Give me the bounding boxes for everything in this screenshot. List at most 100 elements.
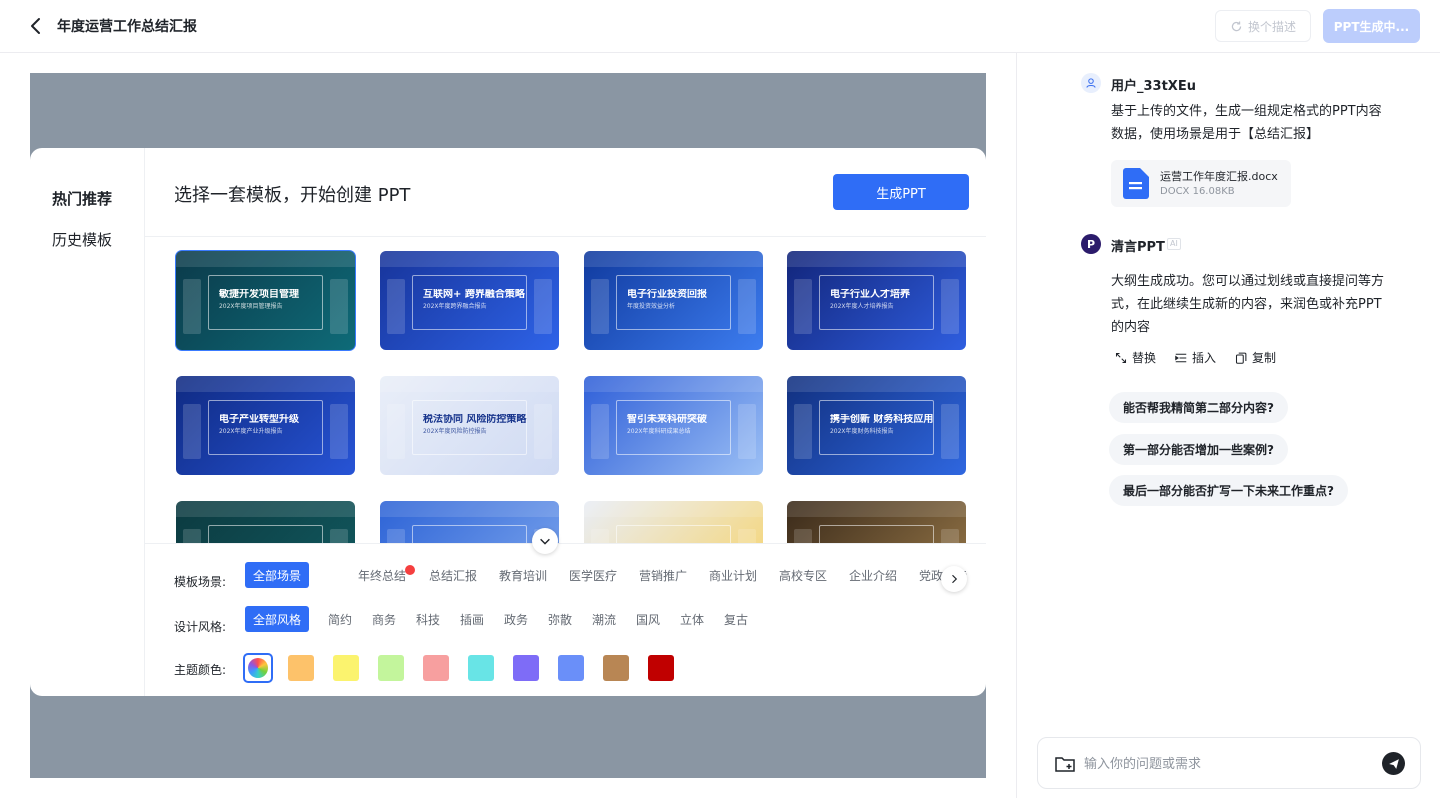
replace-action[interactable]: 替换 — [1115, 349, 1156, 366]
color-swatch[interactable] — [333, 655, 359, 681]
template-card[interactable]: 携手创新 财务科技应用 202X年度财务科技报告 — [787, 376, 966, 475]
insert-icon — [1175, 353, 1187, 362]
color-filter-label: 主题颜色: — [174, 663, 227, 677]
style-chip[interactable]: 潮流 — [586, 606, 622, 632]
template-card[interactable]: 互联网+ 跨界融合策略 202X年度跨界融合报告 — [380, 251, 559, 350]
template-side-slide — [533, 278, 552, 335]
template-card[interactable] — [584, 501, 763, 543]
style-chip[interactable]: 复古 — [718, 606, 754, 632]
template-card[interactable] — [176, 501, 355, 543]
style-chip[interactable]: 插画 — [454, 606, 490, 632]
attached-file-card[interactable]: 运营工作年度汇报.docx DOCX 16.08KB — [1111, 160, 1291, 207]
template-side-slide — [737, 278, 756, 335]
template-title: 电子行业人才培养 202X年度人才培养报告 — [830, 289, 937, 311]
template-title: 电子产业转型升级 202X年度产业升级报告 — [219, 414, 326, 436]
color-wheel-icon — [248, 658, 268, 678]
color-swatch[interactable] — [288, 655, 314, 681]
template-title: 互联网+ 跨界融合策略 202X年度跨界融合报告 — [423, 289, 530, 311]
style-chip[interactable]: 商务 — [366, 606, 402, 632]
send-button[interactable] — [1382, 752, 1405, 775]
ppt-generating-button[interactable]: PPT生成中... — [1323, 9, 1420, 43]
copy-action[interactable]: 复制 — [1235, 349, 1276, 366]
sidebar-item-hot[interactable]: 热门推荐 — [52, 188, 112, 209]
replace-label: 替换 — [1132, 351, 1157, 365]
hot-badge-icon — [405, 564, 415, 575]
user-message: 基于上传的文件，生成一组规定格式的PPT内容数据，使用场景是用于【总结汇报】 — [1111, 104, 1382, 142]
folder-icon[interactable] — [1054, 753, 1076, 775]
color-swatch-all[interactable] — [243, 653, 273, 683]
scene-chip[interactable]: 全部场景 — [245, 562, 309, 588]
style-chip[interactable]: 全部风格 — [245, 606, 309, 632]
expand-grid-button[interactable] — [532, 528, 558, 554]
suggestion-2[interactable]: 第一部分能否增加一些案例? — [1109, 434, 1288, 465]
template-card[interactable]: 智引未来科研突破 202X年度科研成果总结 — [584, 376, 763, 475]
back-icon[interactable] — [24, 14, 48, 38]
color-swatch[interactable] — [558, 655, 584, 681]
template-title-text: 互联网+ 跨界融合策略 — [422, 288, 525, 300]
send-icon — [1388, 758, 1399, 769]
scene-chip[interactable]: 年终总结 — [357, 562, 415, 588]
regenerate-description-button[interactable]: 换个描述 — [1215, 10, 1311, 42]
modal-title: 选择一套模板，开始创建 PPT — [174, 185, 411, 206]
chat-input[interactable] — [1084, 751, 1374, 777]
template-side-slide — [387, 403, 406, 460]
template-title-text: 智引未来科研突破 — [626, 413, 707, 425]
color-swatch[interactable] — [468, 655, 494, 681]
style-chip[interactable]: 弥散 — [542, 606, 578, 632]
template-card[interactable] — [787, 501, 966, 543]
scene-chip[interactable]: 企业介绍 — [847, 562, 899, 588]
color-swatch[interactable] — [513, 655, 539, 681]
scene-chip[interactable]: 营销推广 — [637, 562, 689, 588]
template-card[interactable]: 电子产业转型升级 202X年度产业升级报告 — [176, 376, 355, 475]
style-chip[interactable]: 国风 — [630, 606, 666, 632]
scene-chip[interactable]: 商业计划 — [707, 562, 759, 588]
regenerate-label: 换个描述 — [1247, 19, 1296, 34]
template-title-text: 电子行业投资回报 — [626, 288, 707, 300]
color-swatch[interactable] — [423, 655, 449, 681]
suggestion-3[interactable]: 最后一部分能否扩写一下未来工作重点? — [1109, 475, 1348, 506]
template-card[interactable]: 税法协同 风险防控策略 202X年度风险防控报告 — [380, 376, 559, 475]
template-side-slide — [329, 528, 348, 543]
suggestion-1[interactable]: 能否帮我精简第二部分内容? — [1109, 392, 1288, 423]
chevron-right-icon — [952, 574, 958, 584]
template-side-slide — [329, 278, 348, 335]
template-header-stripe — [584, 501, 763, 517]
template-subtitle: 202X年度科研成果总结 — [626, 428, 691, 436]
style-chip[interactable]: 政务 — [498, 606, 534, 632]
template-title: 敏捷开发项目管理 202X年度项目管理报告 — [219, 289, 326, 311]
template-side-slide — [183, 528, 202, 543]
template-subtitle: 202X年度人才培养报告 — [829, 303, 894, 311]
template-title-text: 敏捷开发项目管理 — [218, 288, 299, 300]
template-subtitle: 202X年度风险防控报告 — [422, 428, 487, 436]
scene-chip[interactable]: 医学医疗 — [567, 562, 619, 588]
refresh-icon — [1231, 20, 1242, 31]
style-chip[interactable]: 科技 — [410, 606, 446, 632]
bot-name: 清言PPT — [1111, 240, 1165, 255]
color-swatch[interactable] — [648, 655, 674, 681]
template-card[interactable]: 电子行业投资回报 年度投资效益分析 — [584, 251, 763, 350]
color-swatch[interactable] — [378, 655, 404, 681]
insert-action[interactable]: 插入 — [1175, 349, 1216, 366]
style-chip[interactable]: 立体 — [674, 606, 710, 632]
template-card[interactable]: 电子行业人才培养 202X年度人才培养报告 — [787, 251, 966, 350]
template-header-stripe — [380, 501, 559, 517]
color-swatch[interactable] — [603, 655, 629, 681]
page-title: 年度运营工作总结汇报 — [57, 19, 197, 35]
template-card[interactable]: 敏捷开发项目管理 202X年度项目管理报告 — [175, 250, 356, 351]
template-subtitle: 202X年度项目管理报告 — [218, 303, 283, 311]
style-chip[interactable]: 简约 — [322, 606, 358, 632]
scene-chip-label: 总结汇报 — [428, 568, 477, 583]
scene-chip[interactable]: 总结汇报 — [427, 562, 479, 588]
ai-badge: AI — [1167, 238, 1181, 250]
copy-icon — [1235, 352, 1247, 364]
bot-avatar: P — [1081, 234, 1101, 254]
sidebar-item-history[interactable]: 历史模板 — [52, 229, 112, 250]
scene-chip[interactable]: 高校专区 — [777, 562, 829, 588]
document-icon — [1123, 168, 1149, 199]
generate-ppt-button[interactable]: 生成PPT — [833, 174, 969, 210]
scene-scroll-right-button[interactable] — [941, 566, 967, 592]
template-title-text: 携手创新 财务科技应用 — [829, 413, 934, 425]
scene-chip-label: 商业计划 — [708, 568, 757, 583]
scene-chip-label: 高校专区 — [778, 568, 827, 583]
scene-chip[interactable]: 教育培训 — [497, 562, 549, 588]
